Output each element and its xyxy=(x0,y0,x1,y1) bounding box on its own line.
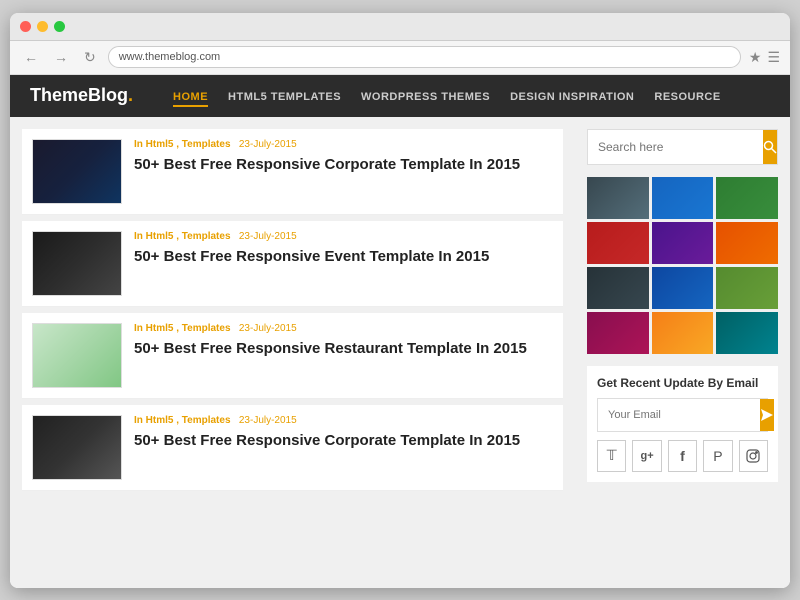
twitter-button[interactable]: 𝕋 xyxy=(597,440,626,472)
grid-thumb[interactable] xyxy=(587,267,649,309)
post-date: 23-July-2015 xyxy=(239,323,297,334)
website: ThemeBlog. HOME HTML5 TEMPLATES WORDPRES… xyxy=(10,75,790,588)
post-meta: In Html5 , Templates 23-July-2015 xyxy=(134,231,553,242)
star-icon[interactable]: ★ xyxy=(749,49,762,66)
grid-thumb[interactable] xyxy=(652,222,714,264)
post-date: 23-July-2015 xyxy=(239,139,297,150)
post-info: In Html5 , Templates 23-July-2015 50+ Be… xyxy=(134,415,553,451)
post-title[interactable]: 50+ Best Free Responsive Event Template … xyxy=(134,247,553,267)
grid-thumb[interactable] xyxy=(716,267,778,309)
post-card: In Html5 , Templates 23-July-2015 50+ Be… xyxy=(22,313,563,399)
grid-thumb[interactable] xyxy=(652,177,714,219)
email-row xyxy=(597,398,768,432)
post-title[interactable]: 50+ Best Free Responsive Restaurant Temp… xyxy=(134,339,553,359)
posts-area: In Html5 , Templates 23-July-2015 50+ Be… xyxy=(10,117,575,588)
post-title[interactable]: 50+ Best Free Responsive Corporate Templ… xyxy=(134,431,553,451)
grid-thumb[interactable] xyxy=(652,267,714,309)
grid-thumb[interactable] xyxy=(716,222,778,264)
post-thumbnail xyxy=(32,323,122,388)
post-date: 23-July-2015 xyxy=(239,415,297,426)
post-info: In Html5 , Templates 23-July-2015 50+ Be… xyxy=(134,139,553,175)
forward-button[interactable]: → xyxy=(50,47,72,67)
instagram-icon xyxy=(746,449,760,463)
post-thumbnail xyxy=(32,415,122,480)
site-content: In Html5 , Templates 23-July-2015 50+ Be… xyxy=(10,117,790,588)
site-logo: ThemeBlog. xyxy=(30,85,133,106)
refresh-button[interactable]: ↻ xyxy=(80,47,100,68)
post-card: In Html5 , Templates 23-July-2015 50+ Be… xyxy=(22,129,563,215)
pinterest-button[interactable]: P xyxy=(703,440,732,472)
thumb-overlay xyxy=(33,232,121,295)
site-nav: ThemeBlog. HOME HTML5 TEMPLATES WORDPRES… xyxy=(10,75,790,117)
close-button[interactable] xyxy=(20,21,31,32)
post-meta: In Html5 , Templates 23-July-2015 xyxy=(134,415,553,426)
email-widget: Get Recent Update By Email 𝕋 xyxy=(587,366,778,482)
maximize-button[interactable] xyxy=(54,21,65,32)
twitter-icon: 𝕋 xyxy=(607,447,617,464)
nav-item-html5[interactable]: HTML5 TEMPLATES xyxy=(228,87,341,105)
nav-link-resource[interactable]: RESOURCE xyxy=(654,91,720,103)
email-submit-button[interactable] xyxy=(760,399,774,431)
thumb-overlay xyxy=(33,140,121,203)
sidebar: Get Recent Update By Email 𝕋 xyxy=(575,117,790,588)
send-icon xyxy=(760,408,774,422)
post-meta: In Html5 , Templates 23-July-2015 xyxy=(134,139,553,150)
grid-thumb[interactable] xyxy=(587,222,649,264)
nav-item-wordpress[interactable]: WORDPRESS THEMES xyxy=(361,87,490,105)
post-title[interactable]: 50+ Best Free Responsive Corporate Templ… xyxy=(134,155,553,175)
pinterest-icon: P xyxy=(713,448,722,464)
post-card: In Html5 , Templates 23-July-2015 50+ Be… xyxy=(22,405,563,491)
post-card: In Html5 , Templates 23-July-2015 50+ Be… xyxy=(22,221,563,307)
post-meta: In Html5 , Templates 23-July-2015 xyxy=(134,323,553,334)
nav-link-home[interactable]: HOME xyxy=(173,91,208,107)
google-plus-icon: g+ xyxy=(641,450,654,462)
thumb-overlay xyxy=(33,416,121,479)
instagram-button[interactable] xyxy=(739,440,768,472)
address-bar[interactable]: www.themeblog.com xyxy=(108,46,741,68)
nav-link-design[interactable]: DESIGN INSPIRATION xyxy=(510,91,634,103)
post-info: In Html5 , Templates 23-July-2015 50+ Be… xyxy=(134,231,553,267)
nav-link-wordpress[interactable]: WORDPRESS THEMES xyxy=(361,91,490,103)
browser-window: ← → ↻ www.themeblog.com ★ ☰ ThemeBlog. H… xyxy=(10,13,790,588)
post-info: In Html5 , Templates 23-July-2015 50+ Be… xyxy=(134,323,553,359)
google-plus-button[interactable]: g+ xyxy=(632,440,661,472)
nav-links: HOME HTML5 TEMPLATES WORDPRESS THEMES DE… xyxy=(173,87,721,105)
grid-thumb[interactable] xyxy=(652,312,714,354)
social-buttons: 𝕋 g+ f P xyxy=(597,440,768,472)
post-category[interactable]: In Html5 , Templates xyxy=(134,323,231,334)
grid-thumb[interactable] xyxy=(716,312,778,354)
nav-item-design[interactable]: DESIGN INSPIRATION xyxy=(510,87,634,105)
sidebar-image-grid xyxy=(587,177,778,354)
address-text: www.themeblog.com xyxy=(119,51,221,63)
nav-item-resource[interactable]: RESOURCE xyxy=(654,87,720,105)
browser-toolbar: ← → ↻ www.themeblog.com ★ ☰ xyxy=(10,41,790,75)
search-button[interactable] xyxy=(763,130,777,164)
email-input[interactable] xyxy=(598,399,760,431)
minimize-button[interactable] xyxy=(37,21,48,32)
facebook-icon: f xyxy=(680,448,685,464)
menu-icon[interactable]: ☰ xyxy=(767,49,780,66)
post-date: 23-July-2015 xyxy=(239,231,297,242)
nav-link-html5[interactable]: HTML5 TEMPLATES xyxy=(228,91,341,103)
grid-thumb[interactable] xyxy=(587,177,649,219)
thumb-overlay xyxy=(33,324,121,387)
post-thumbnail xyxy=(32,139,122,204)
nav-item-home[interactable]: HOME xyxy=(173,87,208,105)
toolbar-icons: ★ ☰ xyxy=(749,49,780,66)
post-category[interactable]: In Html5 , Templates xyxy=(134,415,231,426)
post-category[interactable]: In Html5 , Templates xyxy=(134,231,231,242)
grid-thumb[interactable] xyxy=(587,312,649,354)
email-title: Get Recent Update By Email xyxy=(597,376,768,390)
title-bar xyxy=(10,13,790,41)
facebook-button[interactable]: f xyxy=(668,440,697,472)
back-button[interactable]: ← xyxy=(20,47,42,67)
search-input[interactable] xyxy=(588,130,763,164)
search-icon xyxy=(763,140,777,154)
grid-thumb[interactable] xyxy=(716,177,778,219)
post-thumbnail xyxy=(32,231,122,296)
post-category[interactable]: In Html5 , Templates xyxy=(134,139,231,150)
search-widget xyxy=(587,129,778,165)
logo-dot: . xyxy=(128,85,133,105)
